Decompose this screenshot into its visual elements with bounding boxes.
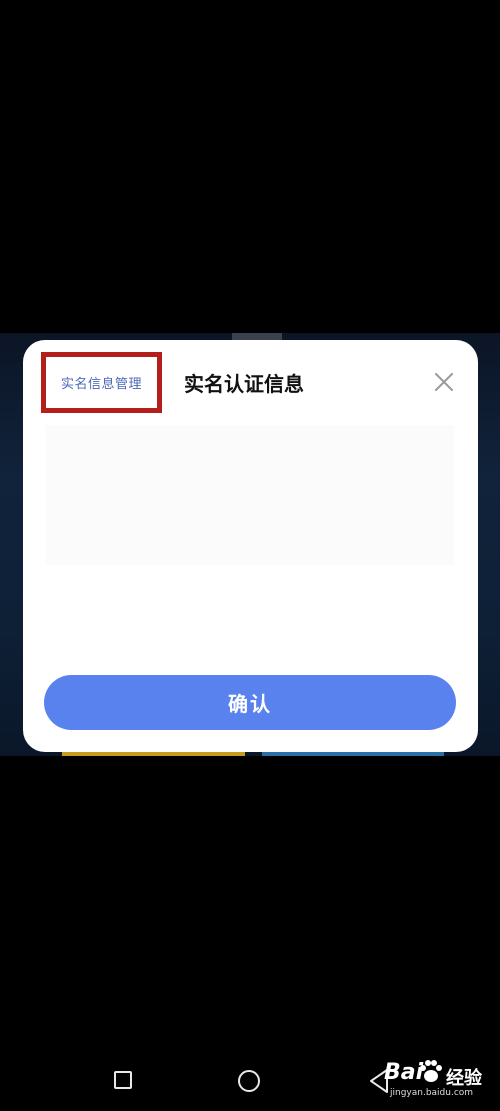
- watermark-cn-text: 经验: [446, 1068, 482, 1089]
- circle-icon[interactable]: [238, 1070, 260, 1092]
- baidu-jingyan-watermark: Bai 经验 jingyan.baidu.com: [384, 1054, 496, 1102]
- confirm-button[interactable]: 确认: [44, 675, 456, 730]
- watermark-url: jingyan.baidu.com: [390, 1088, 474, 1098]
- real-name-management-link[interactable]: 实名信息管理: [41, 352, 162, 413]
- paw-icon: [420, 1060, 442, 1082]
- info-content-area: [46, 425, 454, 565]
- close-icon[interactable]: [432, 370, 456, 394]
- square-icon[interactable]: [114, 1071, 132, 1089]
- dialog-title: 实名认证信息: [184, 372, 304, 396]
